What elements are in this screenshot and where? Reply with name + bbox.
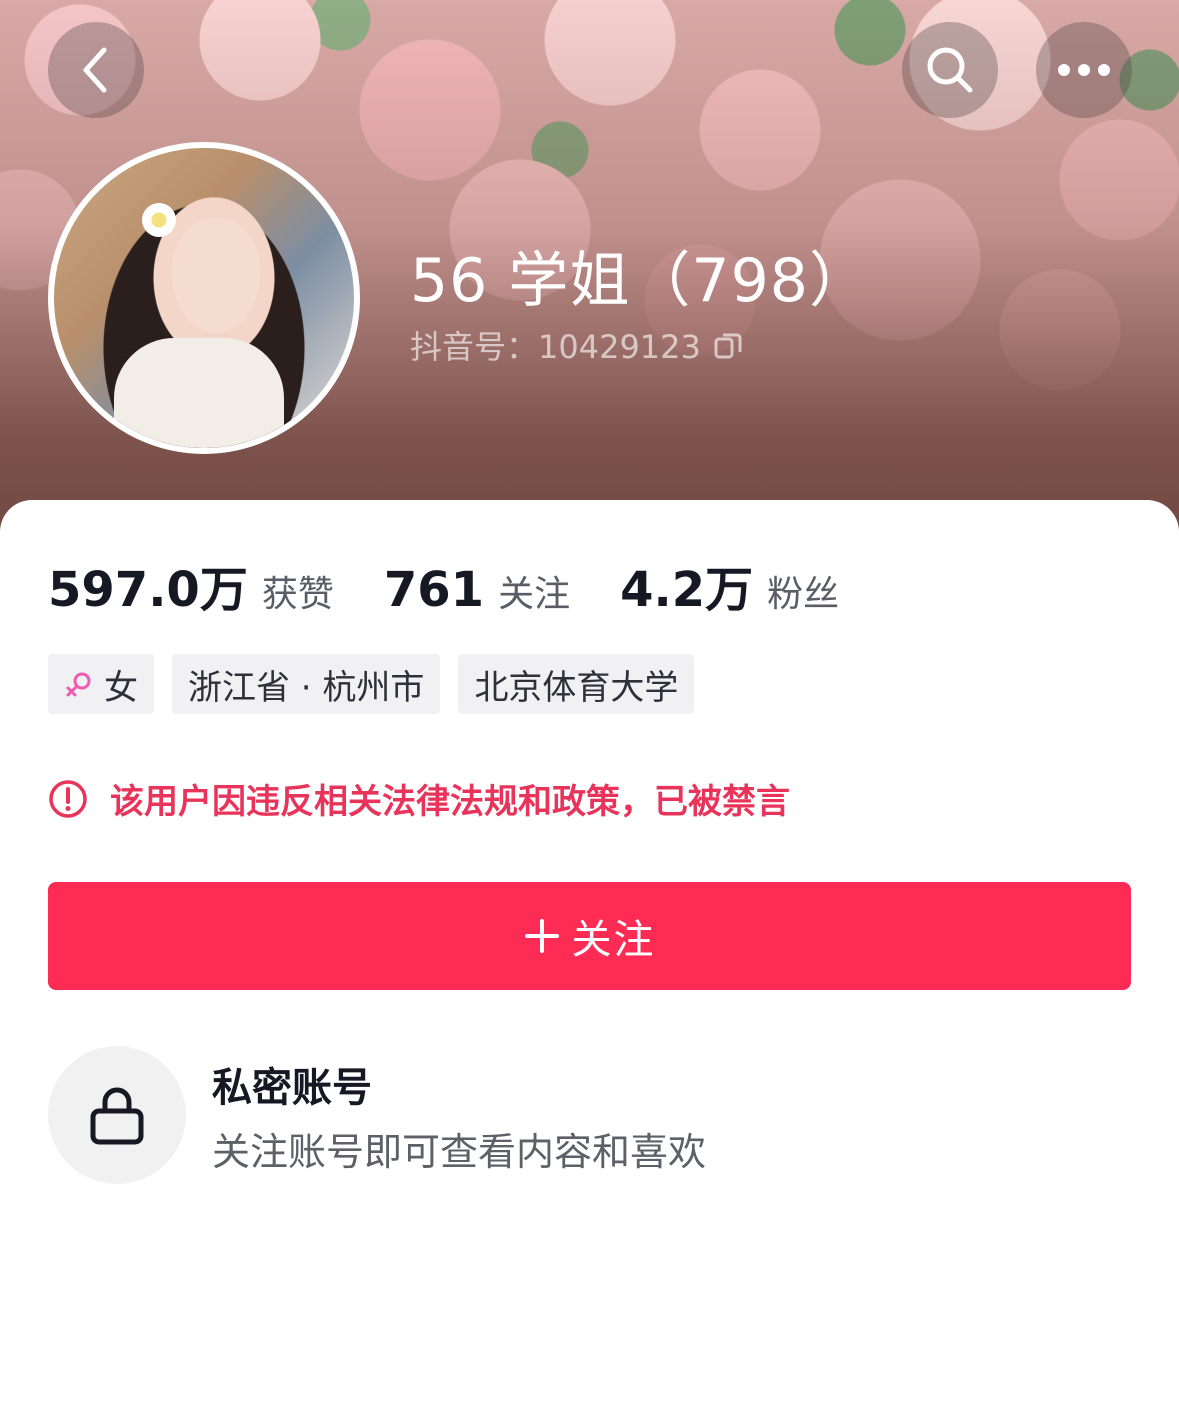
gender-label: 女 — [104, 667, 138, 708]
private-account-title: 私密账号 — [212, 1064, 372, 1111]
more-dots-icon — [1058, 64, 1110, 76]
stat-followers[interactable]: 4.2万 粉丝 — [620, 550, 839, 620]
stat-value: 597.0万 — [48, 562, 248, 618]
gender-tag: 女 — [48, 654, 154, 714]
follow-button[interactable]: 关注 — [48, 882, 1131, 990]
avatar[interactable] — [48, 142, 360, 454]
profile-name: 56 学姐（798） — [410, 246, 870, 316]
stats-row: 597.0万 获赞 761 关注 4.2万 粉丝 — [48, 550, 889, 620]
stat-following[interactable]: 761 关注 — [384, 562, 570, 618]
follow-button-label: 关注 — [571, 917, 656, 963]
stat-label: 获赞 — [261, 574, 334, 615]
location-tag: 浙江省 · 杭州市 — [172, 654, 441, 714]
alert-circle-icon — [49, 779, 87, 818]
plus-icon — [524, 919, 559, 953]
search-button[interactable] — [902, 22, 998, 118]
more-options-button[interactable] — [1036, 22, 1132, 118]
private-account-text: 私密账号 关注账号即可查看内容和喜欢 — [212, 1055, 706, 1176]
chevron-left-icon — [83, 47, 107, 93]
avatar-body — [114, 338, 284, 448]
profile-tags: 女 浙江省 · 杭州市 北京体育大学 — [48, 654, 695, 714]
ban-warning: 该用户因违反相关法律法规和政策，已被禁言 — [48, 774, 790, 823]
school-label: 北京体育大学 — [474, 667, 679, 708]
stat-value: 761 — [383, 562, 485, 618]
private-account-subtitle: 关注账号即可查看内容和喜欢 — [212, 1129, 707, 1174]
lock-icon — [90, 1087, 144, 1145]
copy-icon[interactable] — [713, 330, 743, 360]
douyin-id[interactable]: 抖音号：10429123 — [410, 322, 743, 368]
location-label: 浙江省 · 杭州市 — [188, 667, 425, 708]
stat-label: 关注 — [498, 574, 571, 615]
avatar-face — [172, 218, 260, 333]
avatar-flower — [142, 203, 176, 237]
douyin-id-text: 抖音号：10429123 — [410, 328, 701, 366]
female-icon — [66, 672, 91, 697]
stat-label: 粉丝 — [767, 574, 840, 615]
stat-likes[interactable]: 597.0万 获赞 — [48, 550, 334, 620]
stat-value: 4.2万 — [620, 562, 754, 618]
private-account-notice: 私密账号 关注账号即可查看内容和喜欢 — [48, 1046, 706, 1184]
ban-warning-text: 该用户因违反相关法律法规和政策，已被禁言 — [110, 782, 790, 822]
back-button[interactable] — [48, 22, 144, 118]
school-tag: 北京体育大学 — [458, 654, 695, 714]
search-icon — [927, 47, 973, 93]
lock-badge — [48, 1046, 186, 1184]
profile-sheet: 597.0万 获赞 761 关注 4.2万 粉丝 女 浙江省 · 杭州市 北京体… — [0, 500, 1179, 1423]
